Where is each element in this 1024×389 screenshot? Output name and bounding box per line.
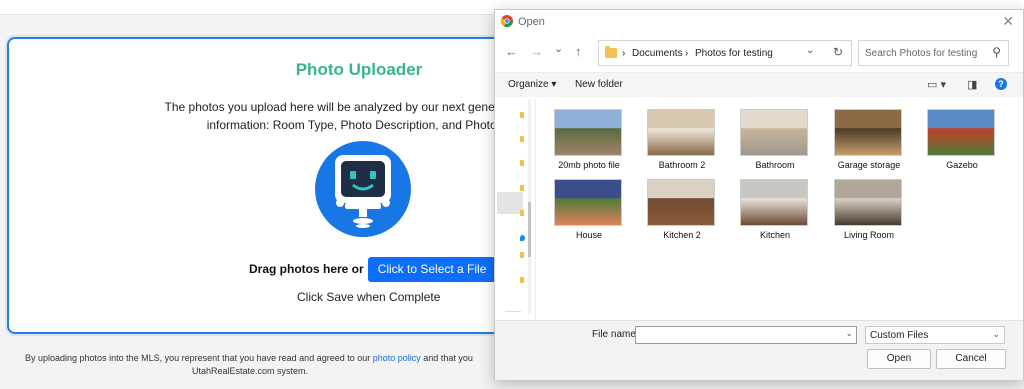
drag-photos-text: Drag photos here or	[249, 262, 364, 276]
address-dropdown-icon[interactable]: ⌄	[806, 45, 814, 56]
nav-folder-icon-5[interactable]	[520, 210, 524, 216]
select-file-button[interactable]: Click to Select a File	[367, 256, 497, 282]
file-name: House	[575, 230, 602, 240]
nav-separator	[505, 311, 521, 312]
up-arrow-icon[interactable]: ↑	[575, 44, 582, 59]
file-thumbnail	[740, 179, 808, 226]
close-icon[interactable]: ✕	[1002, 13, 1014, 30]
file-type-dropdown-icon: ⌄	[992, 329, 1000, 339]
search-icon: ⚲	[992, 45, 1001, 59]
nav-folder-icon-2[interactable]	[520, 136, 524, 142]
navigation-pane[interactable]	[495, 97, 536, 320]
file-name-label: File name:	[592, 329, 639, 340]
breadcrumb-photos-for-testing[interactable]: Photos for testing	[695, 48, 773, 59]
nav-folder-icon-1[interactable]	[520, 112, 524, 118]
file-name: Living Room	[843, 230, 895, 240]
nav-scrollbar-thumb[interactable]	[528, 202, 531, 257]
file-name: Garage storage	[837, 160, 901, 170]
file-thumbnail	[647, 109, 715, 156]
file-name-input[interactable]: ⌄	[635, 326, 857, 344]
file-thumbnail	[834, 179, 902, 226]
dialog-title: Open	[518, 16, 545, 28]
footer-prefix: By uploading photos into the MLS, you re…	[25, 353, 373, 363]
refresh-icon[interactable]: ↻	[833, 45, 843, 59]
new-folder-button[interactable]: New folder	[575, 79, 623, 90]
file-name: Kitchen	[759, 230, 791, 240]
folder-icon	[605, 46, 617, 58]
file-list: 20mb photo file Bathroom 2 Bathroom Gara…	[536, 97, 1023, 320]
file-name: Bathroom 2	[658, 160, 706, 170]
open-file-dialog: Open ✕ ← → ⌄ ↑ › Documents › Photos for …	[494, 9, 1024, 380]
dialog-toolbar: Organize ▾ New folder ▭ ▾ ◨ ?	[495, 72, 1023, 98]
nav-folder-icon-4[interactable]	[520, 185, 524, 191]
photo-policy-link[interactable]: photo policy	[373, 353, 421, 363]
footer-disclaimer: By uploading photos into the MLS, you re…	[25, 353, 473, 363]
nav-onedrive-icon[interactable]	[520, 235, 525, 241]
footer-line2: UtahRealEstate.com system.	[191, 366, 309, 376]
preview-pane-icon[interactable]: ◨	[967, 78, 977, 91]
file-name: 20mb photo file	[558, 160, 620, 170]
address-bar[interactable]: › Documents › Photos for testing ⌄ ↻	[598, 40, 852, 66]
organize-menu[interactable]: Organize ▾	[508, 79, 556, 90]
nav-folder-icon-7[interactable]	[520, 277, 524, 283]
file-name: Kitchen 2	[663, 230, 701, 240]
file-thumbnail	[647, 179, 715, 226]
drag-drop-row[interactable]: Drag photos here or Click to Select a Fi…	[249, 256, 497, 282]
recent-locations-chevron-icon[interactable]: ⌄	[554, 42, 563, 55]
nav-folder-icon-3[interactable]	[520, 160, 524, 166]
chrome-icon	[501, 15, 513, 27]
view-options-icon[interactable]: ▭ ▾	[927, 78, 946, 91]
file-thumbnail	[834, 109, 902, 156]
help-icon[interactable]: ?	[995, 78, 1007, 90]
open-button[interactable]: Open	[867, 349, 931, 369]
file-thumbnail	[554, 109, 622, 156]
file-thumbnail	[740, 109, 808, 156]
footer-suffix: and that you	[420, 353, 473, 363]
search-input[interactable]: Search Photos for testing ⚲	[858, 40, 1009, 66]
file-type-select[interactable]: Custom Files ⌄	[865, 326, 1005, 344]
path-separator-2: ›	[685, 48, 689, 59]
file-type-value: Custom Files	[870, 330, 929, 341]
breadcrumb-documents[interactable]: Documents	[632, 48, 683, 59]
path-separator-1: ›	[622, 48, 626, 59]
nav-folder-icon-6[interactable]	[520, 252, 524, 258]
robot-mascot-icon	[315, 141, 411, 237]
file-name: Gazebo	[946, 160, 978, 170]
cancel-button[interactable]: Cancel	[936, 349, 1006, 369]
file-thumbnail	[554, 179, 622, 226]
file-name-dropdown-icon[interactable]: ⌄	[845, 328, 853, 339]
file-thumbnail	[927, 109, 995, 156]
save-hint: Click Save when Complete	[297, 290, 441, 304]
search-placeholder: Search Photos for testing	[865, 48, 978, 59]
dialog-nav-bar: ← → ⌄ ↑ › Documents › Photos for testing…	[495, 40, 1023, 68]
file-name: Bathroom	[755, 160, 795, 170]
footer-line3-cut	[25, 383, 28, 389]
dialog-titlebar: Open ✕	[495, 10, 1023, 34]
forward-arrow-icon[interactable]: →	[530, 44, 543, 59]
dialog-bottom-panel: File name: ⌄ Custom Files ⌄ Open Cancel	[495, 320, 1023, 380]
back-arrow-icon[interactable]: ←	[505, 44, 518, 59]
